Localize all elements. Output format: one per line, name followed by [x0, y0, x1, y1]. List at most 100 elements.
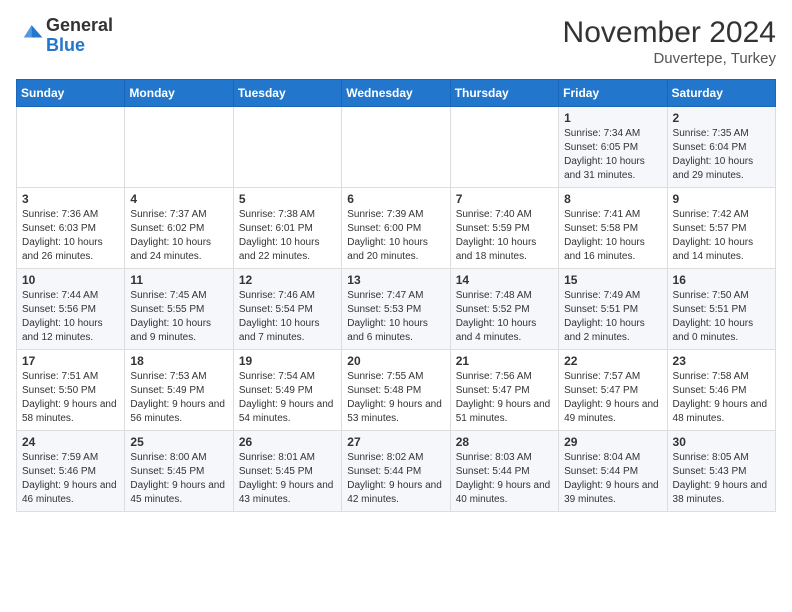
calendar-cell: 6Sunrise: 7:39 AM Sunset: 6:00 PM Daylig…	[342, 188, 450, 269]
calendar-cell: 18 Sunrise: 7:53 AM Sunset: 5:49 PM Dayli…	[125, 350, 233, 431]
calendar-cell: 2Sunrise: 7:35 AM Sunset: 6:04 PM Daylig…	[667, 107, 775, 188]
title-location: Duvertepe, Turkey	[563, 50, 776, 67]
calendar-cell: 28 Sunrise: 8:03 AM Sunset: 5:44 PM Dayli…	[450, 431, 558, 512]
day-number: 13	[347, 273, 444, 287]
day-info: Sunrise: 8:04 AM Sunset: 5:44 PM Dayligh…	[564, 451, 661, 507]
logo-text: General Blue	[46, 16, 113, 56]
day-info: Sunrise: 8:05 AM Sunset: 5:43 PM Dayligh…	[673, 451, 770, 507]
day-number: 17	[22, 354, 119, 368]
day-number: 22	[564, 354, 661, 368]
calendar-cell: 29 Sunrise: 8:04 AM Sunset: 5:44 PM Dayli…	[559, 431, 667, 512]
day-number: 5	[239, 192, 336, 206]
day-info: Sunrise: 7:35 AM Sunset: 6:04 PM Dayligh…	[673, 127, 770, 183]
day-number: 18	[130, 354, 227, 368]
header-friday: Friday	[559, 80, 667, 107]
day-info: Sunrise: 8:02 AM Sunset: 5:44 PM Dayligh…	[347, 451, 444, 507]
calendar-week-row: 17 Sunrise: 7:51 AM Sunset: 5:50 PM Dayli…	[17, 350, 776, 431]
day-info: Sunrise: 7:51 AM Sunset: 5:50 PM Dayligh…	[22, 370, 119, 426]
day-info: Sunrise: 7:56 AM Sunset: 5:47 PM Dayligh…	[456, 370, 553, 426]
calendar-cell: 26 Sunrise: 8:01 AM Sunset: 5:45 PM Dayli…	[233, 431, 341, 512]
day-number: 4	[130, 192, 227, 206]
day-number: 9	[673, 192, 770, 206]
day-info: Sunrise: 7:36 AM Sunset: 6:03 PM Dayligh…	[22, 208, 119, 264]
day-info: Sunrise: 7:40 AM Sunset: 5:59 PM Dayligh…	[456, 208, 553, 264]
logo-general: General	[46, 16, 113, 36]
logo-blue: Blue	[46, 36, 113, 56]
calendar-cell: 12 Sunrise: 7:46 AM Sunset: 5:54 PM Dayli…	[233, 269, 341, 350]
day-info: Sunrise: 7:45 AM Sunset: 5:55 PM Dayligh…	[130, 289, 227, 345]
calendar-cell: 27 Sunrise: 8:02 AM Sunset: 5:44 PM Dayli…	[342, 431, 450, 512]
day-number: 1	[564, 111, 661, 125]
day-number: 24	[22, 435, 119, 449]
calendar-cell: 22 Sunrise: 7:57 AM Sunset: 5:47 PM Dayli…	[559, 350, 667, 431]
day-number: 21	[456, 354, 553, 368]
logo-icon	[16, 22, 44, 50]
calendar-table: SundayMondayTuesdayWednesdayThursdayFrid…	[16, 79, 776, 512]
title-block: November 2024 Duvertepe, Turkey	[563, 16, 776, 67]
calendar-cell	[450, 107, 558, 188]
calendar-cell	[342, 107, 450, 188]
calendar-cell: 25Sunrise: 8:00 AM Sunset: 5:45 PM Dayli…	[125, 431, 233, 512]
calendar-cell: 3Sunrise: 7:36 AM Sunset: 6:03 PM Daylig…	[17, 188, 125, 269]
day-info: Sunrise: 8:00 AM Sunset: 5:45 PM Dayligh…	[130, 451, 227, 507]
day-number: 8	[564, 192, 661, 206]
calendar-cell	[125, 107, 233, 188]
header-sunday: Sunday	[17, 80, 125, 107]
day-number: 30	[673, 435, 770, 449]
day-number: 12	[239, 273, 336, 287]
calendar-cell: 4 Sunrise: 7:37 AM Sunset: 6:02 PM Daylig…	[125, 188, 233, 269]
day-info: Sunrise: 7:34 AM Sunset: 6:05 PM Dayligh…	[564, 127, 661, 183]
day-info: Sunrise: 7:48 AM Sunset: 5:52 PM Dayligh…	[456, 289, 553, 345]
day-info: Sunrise: 7:42 AM Sunset: 5:57 PM Dayligh…	[673, 208, 770, 264]
day-info: Sunrise: 7:49 AM Sunset: 5:51 PM Dayligh…	[564, 289, 661, 345]
day-info: Sunrise: 7:53 AM Sunset: 5:49 PM Dayligh…	[130, 370, 227, 426]
calendar-cell: 30 Sunrise: 8:05 AM Sunset: 5:43 PM Dayli…	[667, 431, 775, 512]
day-number: 27	[347, 435, 444, 449]
day-number: 10	[22, 273, 119, 287]
title-month: November 2024	[563, 16, 776, 50]
day-info: Sunrise: 7:55 AM Sunset: 5:48 PM Dayligh…	[347, 370, 444, 426]
calendar-cell: 21 Sunrise: 7:56 AM Sunset: 5:47 PM Dayli…	[450, 350, 558, 431]
calendar-cell	[233, 107, 341, 188]
calendar-cell: 16 Sunrise: 7:50 AM Sunset: 5:51 PM Dayli…	[667, 269, 775, 350]
calendar-cell: 8Sunrise: 7:41 AM Sunset: 5:58 PM Daylig…	[559, 188, 667, 269]
day-info: Sunrise: 7:46 AM Sunset: 5:54 PM Dayligh…	[239, 289, 336, 345]
day-info: Sunrise: 7:57 AM Sunset: 5:47 PM Dayligh…	[564, 370, 661, 426]
day-number: 20	[347, 354, 444, 368]
calendar-cell: 7Sunrise: 7:40 AM Sunset: 5:59 PM Daylig…	[450, 188, 558, 269]
day-number: 23	[673, 354, 770, 368]
header-thursday: Thursday	[450, 80, 558, 107]
day-info: Sunrise: 7:37 AM Sunset: 6:02 PM Dayligh…	[130, 208, 227, 264]
day-number: 15	[564, 273, 661, 287]
calendar-cell: 10 Sunrise: 7:44 AM Sunset: 5:56 PM Dayli…	[17, 269, 125, 350]
calendar-cell: 14Sunrise: 7:48 AM Sunset: 5:52 PM Dayli…	[450, 269, 558, 350]
calendar-cell: 24 Sunrise: 7:59 AM Sunset: 5:46 PM Dayli…	[17, 431, 125, 512]
calendar-cell: 9 Sunrise: 7:42 AM Sunset: 5:57 PM Daylig…	[667, 188, 775, 269]
header-monday: Monday	[125, 80, 233, 107]
calendar-cell: 19Sunrise: 7:54 AM Sunset: 5:49 PM Dayli…	[233, 350, 341, 431]
calendar-week-row: 3Sunrise: 7:36 AM Sunset: 6:03 PM Daylig…	[17, 188, 776, 269]
day-info: Sunrise: 7:59 AM Sunset: 5:46 PM Dayligh…	[22, 451, 119, 507]
day-info: Sunrise: 7:54 AM Sunset: 5:49 PM Dayligh…	[239, 370, 336, 426]
day-info: Sunrise: 7:50 AM Sunset: 5:51 PM Dayligh…	[673, 289, 770, 345]
day-info: Sunrise: 7:39 AM Sunset: 6:00 PM Dayligh…	[347, 208, 444, 264]
calendar-week-row: 10 Sunrise: 7:44 AM Sunset: 5:56 PM Dayli…	[17, 269, 776, 350]
day-number: 28	[456, 435, 553, 449]
page-header: General Blue November 2024 Duvertepe, Tu…	[16, 16, 776, 67]
calendar-cell: 1 Sunrise: 7:34 AM Sunset: 6:05 PM Daylig…	[559, 107, 667, 188]
day-info: Sunrise: 7:38 AM Sunset: 6:01 PM Dayligh…	[239, 208, 336, 264]
day-info: Sunrise: 7:44 AM Sunset: 5:56 PM Dayligh…	[22, 289, 119, 345]
calendar-week-row: 1 Sunrise: 7:34 AM Sunset: 6:05 PM Daylig…	[17, 107, 776, 188]
day-number: 16	[673, 273, 770, 287]
calendar-cell	[17, 107, 125, 188]
logo: General Blue	[16, 16, 113, 56]
day-info: Sunrise: 8:03 AM Sunset: 5:44 PM Dayligh…	[456, 451, 553, 507]
day-number: 26	[239, 435, 336, 449]
day-number: 11	[130, 273, 227, 287]
calendar-cell: 17 Sunrise: 7:51 AM Sunset: 5:50 PM Dayli…	[17, 350, 125, 431]
calendar-cell: 20 Sunrise: 7:55 AM Sunset: 5:48 PM Dayli…	[342, 350, 450, 431]
day-info: Sunrise: 8:01 AM Sunset: 5:45 PM Dayligh…	[239, 451, 336, 507]
calendar-cell: 15 Sunrise: 7:49 AM Sunset: 5:51 PM Dayli…	[559, 269, 667, 350]
header-tuesday: Tuesday	[233, 80, 341, 107]
day-number: 29	[564, 435, 661, 449]
